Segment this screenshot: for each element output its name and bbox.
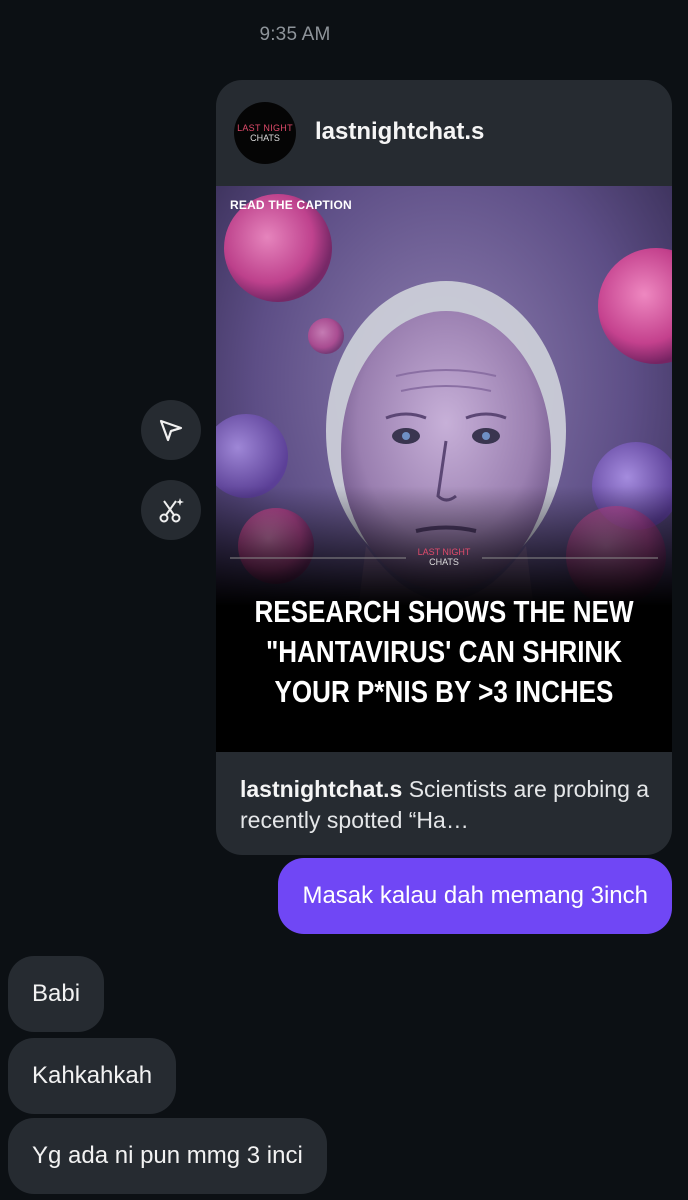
received-message-bubble[interactable]: Kahkahkah xyxy=(8,1038,177,1114)
message-timestamp: 9:35 AM xyxy=(259,24,331,45)
received-message-bubble[interactable]: Yg ada ni pun mmg 3 inci xyxy=(8,1118,327,1194)
headline-line-2: "HANTAVIRUS' CAN SHRINK xyxy=(265,634,623,669)
post-image[interactable]: READ THE CAPTION LAST NIGHT CHATS RESEAR… xyxy=(216,186,672,752)
share-button[interactable] xyxy=(141,400,201,460)
headline-line-3: YOUR P*NIS BY >3 INCHES xyxy=(274,674,614,709)
message-text: Kahkahkah xyxy=(32,1062,153,1089)
post-caption[interactable]: lastnightchat.s Scientists are probing a… xyxy=(240,774,650,836)
post-author-avatar[interactable]: LAST NIGHT CHATS xyxy=(234,102,296,164)
send-icon xyxy=(159,419,183,442)
post-header[interactable]: LAST NIGHT CHATS lastnightchat.s xyxy=(216,80,672,186)
caption-username: lastnightchat.s xyxy=(240,776,403,802)
message-text: Babi xyxy=(32,980,81,1007)
image-logo: LAST NIGHT CHATS xyxy=(409,548,479,567)
image-top-label: READ THE CAPTION xyxy=(230,198,352,212)
sent-message-bubble[interactable]: Masak kalau dah memang 3inch xyxy=(278,858,672,934)
message-text: Yg ada ni pun mmg 3 inci xyxy=(32,1142,303,1169)
image-logo-line1: LAST NIGHT xyxy=(417,547,471,557)
message-text: Masak kalau dah memang 3inch xyxy=(302,882,648,909)
avatar-logo-line2: CHATS xyxy=(250,132,280,143)
headline-line-1: RESEARCH SHOWS THE NEW xyxy=(254,594,634,629)
image-logo-line2: CHATS xyxy=(429,557,459,567)
shared-post-card[interactable]: LAST NIGHT CHATS lastnightchat.s READ TH… xyxy=(216,80,672,855)
ai-edit-button[interactable] xyxy=(141,480,201,540)
post-author-username[interactable]: lastnightchat.s xyxy=(315,118,484,146)
image-headline: RESEARCH SHOWS THE NEW "HANTAVIRUS' CAN … xyxy=(252,592,635,712)
received-message-bubble[interactable]: Babi xyxy=(8,956,105,1032)
avatar-logo-line1: LAST NIGHT xyxy=(237,122,293,133)
scissors-sparkle-icon xyxy=(159,498,184,523)
